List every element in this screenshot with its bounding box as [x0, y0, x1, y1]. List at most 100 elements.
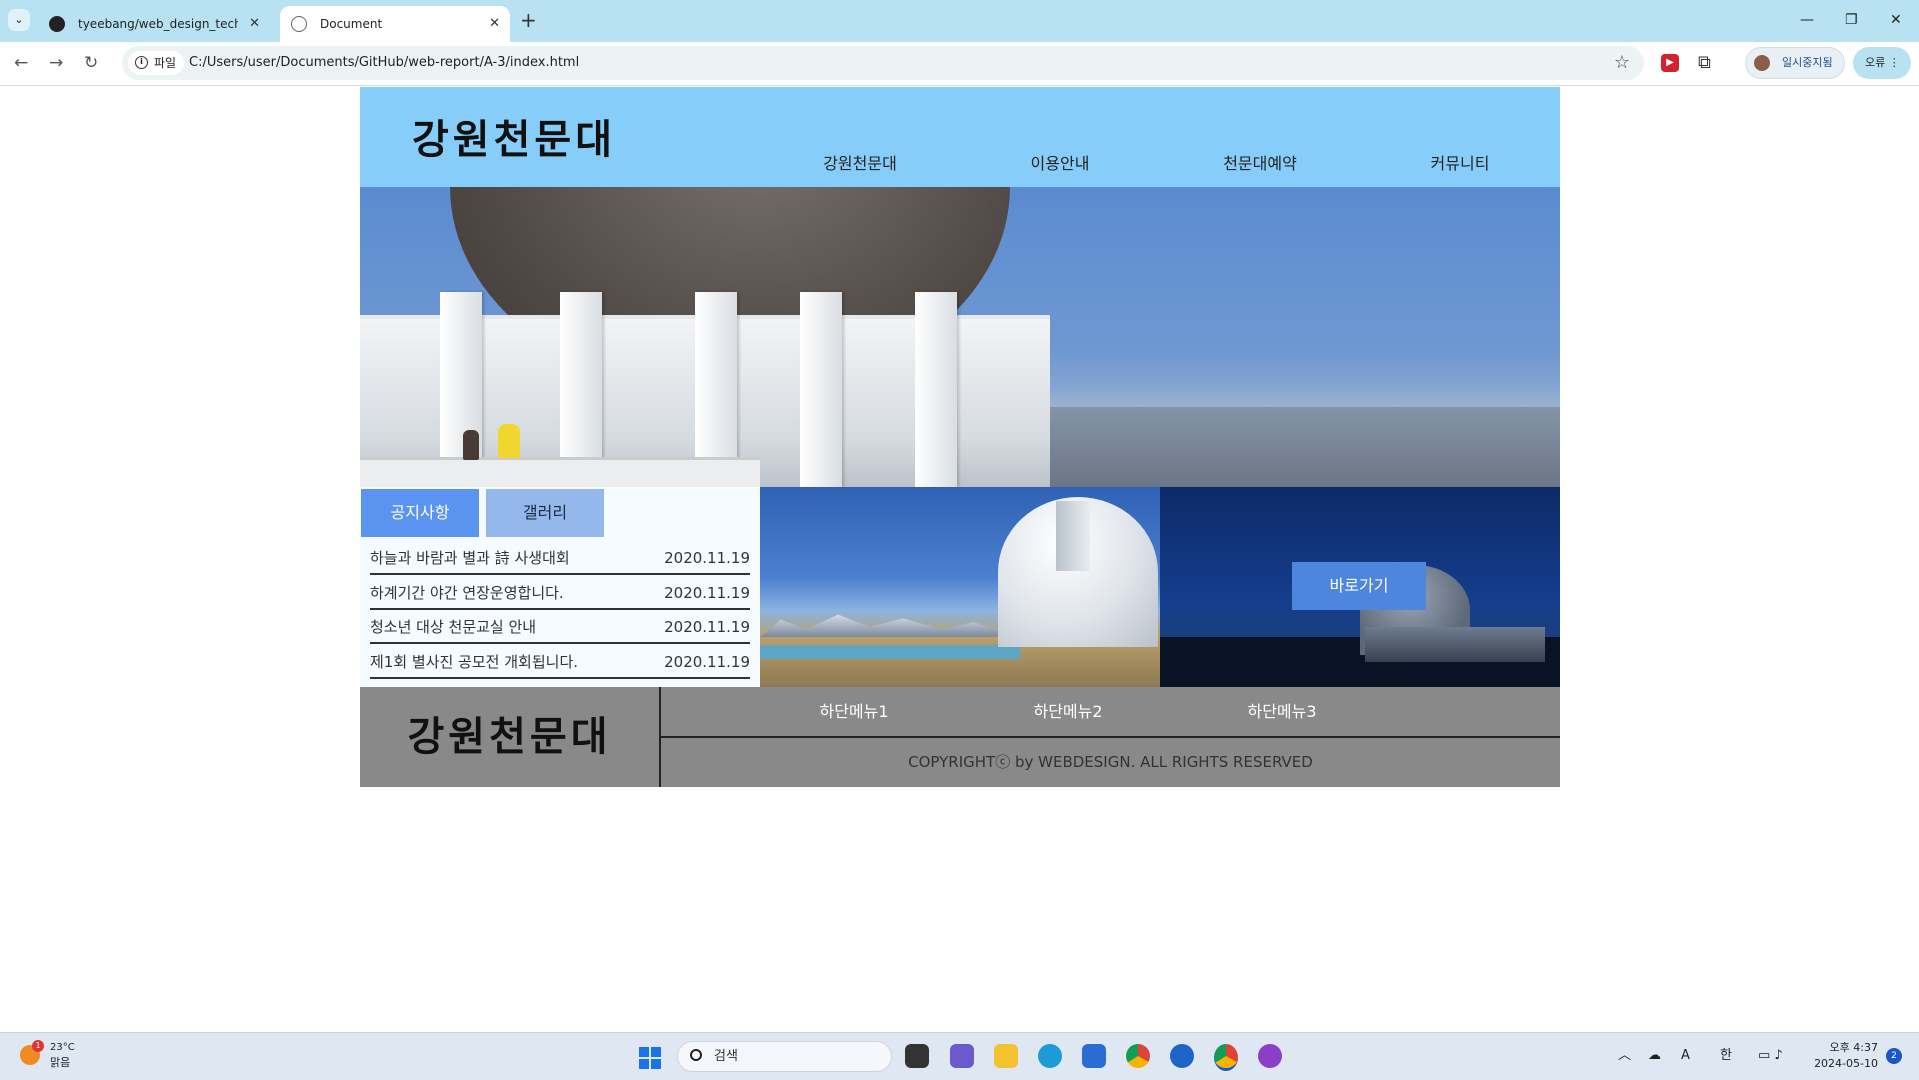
nav-item-reservation[interactable]: 천문대예약: [1160, 149, 1360, 179]
chrome-profile-icon[interactable]: [1214, 1044, 1238, 1071]
copyright-text: COPYRIGHTⓒ by WEBDESIGN. ALL RIGHTS RESE…: [908, 753, 1313, 771]
main-nav: 강원천문대 이용안내 천문대예약 커뮤니티: [760, 149, 1560, 179]
content-section: 공지사항 갤러리 하늘과 바람과 별과 詩 사생대회 2020.11.19 하계…: [360, 487, 1560, 687]
address-bar[interactable]: i 파일 C:/Users/user/Documents/GitHub/web-…: [122, 46, 1644, 80]
notice-title[interactable]: 하늘과 바람과 별과 詩 사생대회: [370, 542, 570, 574]
hero-railing: [360, 457, 760, 487]
chevron-up-icon[interactable]: ︿: [1618, 1046, 1631, 1066]
avatar: [1754, 55, 1770, 71]
footer-menu-item-1[interactable]: 하단메뉴1: [747, 687, 961, 736]
extensions-puzzle-icon[interactable]: ⧉: [1698, 51, 1711, 75]
search-icon: [690, 1049, 702, 1061]
shortcut-button[interactable]: 바로가기: [1292, 562, 1426, 610]
hero-image: [360, 187, 1560, 487]
notice-list: 하늘과 바람과 별과 詩 사생대회 2020.11.19 하계기간 야간 연장운…: [370, 542, 750, 680]
extension-icon[interactable]: ▶: [1661, 54, 1679, 72]
minimize-icon[interactable]: —: [1800, 8, 1814, 32]
notification-badge[interactable]: 2: [1886, 1048, 1902, 1064]
hero-city-skyline: [1040, 407, 1560, 487]
hero-pillar: [915, 292, 957, 487]
new-tab-button[interactable]: +: [520, 8, 537, 32]
notice-date: 2020.11.19: [664, 549, 750, 567]
browser-tab[interactable]: tyeebang/web_design_technic ✕: [38, 6, 270, 42]
banner-lake: [760, 645, 1020, 659]
error-menu-button[interactable]: 오류 ⋮: [1853, 47, 1911, 79]
site-logo[interactable]: 강원천문대: [412, 107, 616, 165]
info-icon: i: [135, 56, 148, 69]
notice-date: 2020.11.19: [664, 618, 750, 636]
store-icon[interactable]: [1082, 1044, 1106, 1068]
chat-icon[interactable]: [950, 1044, 974, 1068]
footer-menu: 하단메뉴1 하단메뉴2 하단메뉴3: [661, 687, 1560, 738]
tab-gallery[interactable]: 갤러리: [486, 489, 604, 537]
github-desktop-icon[interactable]: [1258, 1044, 1282, 1068]
list-item[interactable]: 제1회 별사진 공모전 개회됩니다. 2020.11.19: [370, 646, 750, 679]
font-icon[interactable]: A: [1681, 1046, 1690, 1066]
hero-person: [498, 424, 520, 458]
nav-item-community[interactable]: 커뮤니티: [1360, 149, 1560, 179]
onedrive-icon[interactable]: ☁: [1648, 1046, 1661, 1066]
globe-icon: [291, 16, 307, 32]
notice-board: 공지사항 갤러리 하늘과 바람과 별과 詩 사생대회 2020.11.19 하계…: [360, 487, 760, 687]
tab-search-button[interactable]: ⌄: [8, 9, 30, 31]
nav-item-guide[interactable]: 이용안내: [960, 149, 1160, 179]
list-item[interactable]: 청소년 대상 천문교실 안내 2020.11.19: [370, 611, 750, 644]
notice-date: 2020.11.19: [664, 652, 750, 671]
task-view-icon[interactable]: [905, 1044, 929, 1068]
chrome-icon[interactable]: [1126, 1044, 1150, 1068]
clock-date[interactable]: 2024-05-10: [1806, 1057, 1878, 1071]
github-icon: [49, 16, 65, 32]
notice-title[interactable]: 제1회 별사진 공모전 개회됩니다.: [370, 646, 578, 678]
close-tab-icon[interactable]: ✕: [249, 6, 260, 42]
list-item[interactable]: 하계기간 야간 연장운영합니다. 2020.11.19: [370, 577, 750, 610]
banner-mountains: [760, 614, 1020, 637]
hero-pillar: [800, 292, 842, 487]
footer-logo: 강원천문대: [360, 687, 661, 787]
close-window-icon[interactable]: ✕: [1890, 8, 1902, 32]
site-info-chip[interactable]: i 파일: [128, 51, 185, 75]
web-page: 강원천문대 강원천문대 이용안내 천문대예약 커뮤니티 공지사항 갤러리 하늘과…: [360, 87, 1560, 787]
site-header: 강원천문대 강원천문대 이용안내 천문대예약 커뮤니티: [360, 87, 1560, 187]
browser-toolbar: ← → ↻ i 파일 C:/Users/user/Documents/GitHu…: [0, 42, 1919, 86]
weather-condition[interactable]: 맑음: [50, 1056, 70, 1069]
list-item[interactable]: 하늘과 바람과 별과 詩 사생대회 2020.11.19: [370, 542, 750, 575]
nav-item-observatory[interactable]: 강원천문대: [760, 149, 960, 179]
notice-title[interactable]: 하계기간 야간 연장운영합니다.: [370, 577, 564, 609]
tab-title: tyeebang/web_design_technic: [78, 17, 238, 31]
weather-temperature[interactable]: 23°C: [50, 1041, 75, 1054]
taskbar-search[interactable]: 검색: [677, 1041, 892, 1072]
forward-icon[interactable]: →: [49, 52, 63, 74]
clock-time[interactable]: 오후 4:37: [1826, 1041, 1878, 1055]
bookmark-star-icon[interactable]: ☆: [1614, 46, 1630, 80]
url-text[interactable]: C:/Users/user/Documents/GitHub/web-repor…: [189, 46, 579, 80]
notice-date: 2020.11.19: [664, 583, 750, 602]
reload-icon[interactable]: ↻: [84, 52, 98, 74]
edge-icon[interactable]: [1038, 1044, 1062, 1068]
back-icon[interactable]: ←: [14, 52, 28, 74]
taskbar: 1 23°C 맑음 검색 ︿ ☁ A 한 ▭ ♪ 오후 4:37 2024-05…: [0, 1032, 1919, 1080]
banner-image-observatory-night: 바로가기: [1160, 487, 1560, 687]
close-tab-icon[interactable]: ✕: [489, 6, 500, 42]
hero-person: [463, 430, 479, 460]
tab-notice[interactable]: 공지사항: [361, 489, 479, 537]
site-footer: 강원천문대 하단메뉴1 하단메뉴2 하단메뉴3 COPYRIGHTⓒ by WE…: [360, 687, 1560, 787]
ime-indicator[interactable]: 한: [1720, 1046, 1732, 1066]
banner-night-building: [1365, 627, 1545, 662]
windows-start-icon[interactable]: [639, 1047, 661, 1069]
kebab-menu-icon: ⋮: [1888, 56, 1900, 69]
footer-menu-item-3[interactable]: 하단메뉴3: [1175, 687, 1389, 736]
notice-title[interactable]: 청소년 대상 천문교실 안내: [370, 611, 536, 643]
app-icon[interactable]: [1170, 1044, 1194, 1068]
footer-menu-item-2[interactable]: 하단메뉴2: [961, 687, 1175, 736]
browser-tab-active[interactable]: Document ✕: [280, 6, 510, 42]
file-explorer-icon[interactable]: [994, 1044, 1018, 1068]
error-label: 오류: [1865, 56, 1886, 69]
tab-title: Document: [320, 17, 383, 31]
weather-badge: 1: [32, 1040, 44, 1052]
restore-icon[interactable]: ❐: [1845, 8, 1858, 32]
profile-label: 일시중지됨: [1782, 56, 1833, 69]
network-volume-icon[interactable]: ▭ ♪: [1758, 1046, 1783, 1066]
search-placeholder: 검색: [714, 1049, 738, 1064]
profile-button[interactable]: 일시중지됨: [1745, 47, 1845, 79]
banner-dome-slit: [1056, 501, 1090, 571]
